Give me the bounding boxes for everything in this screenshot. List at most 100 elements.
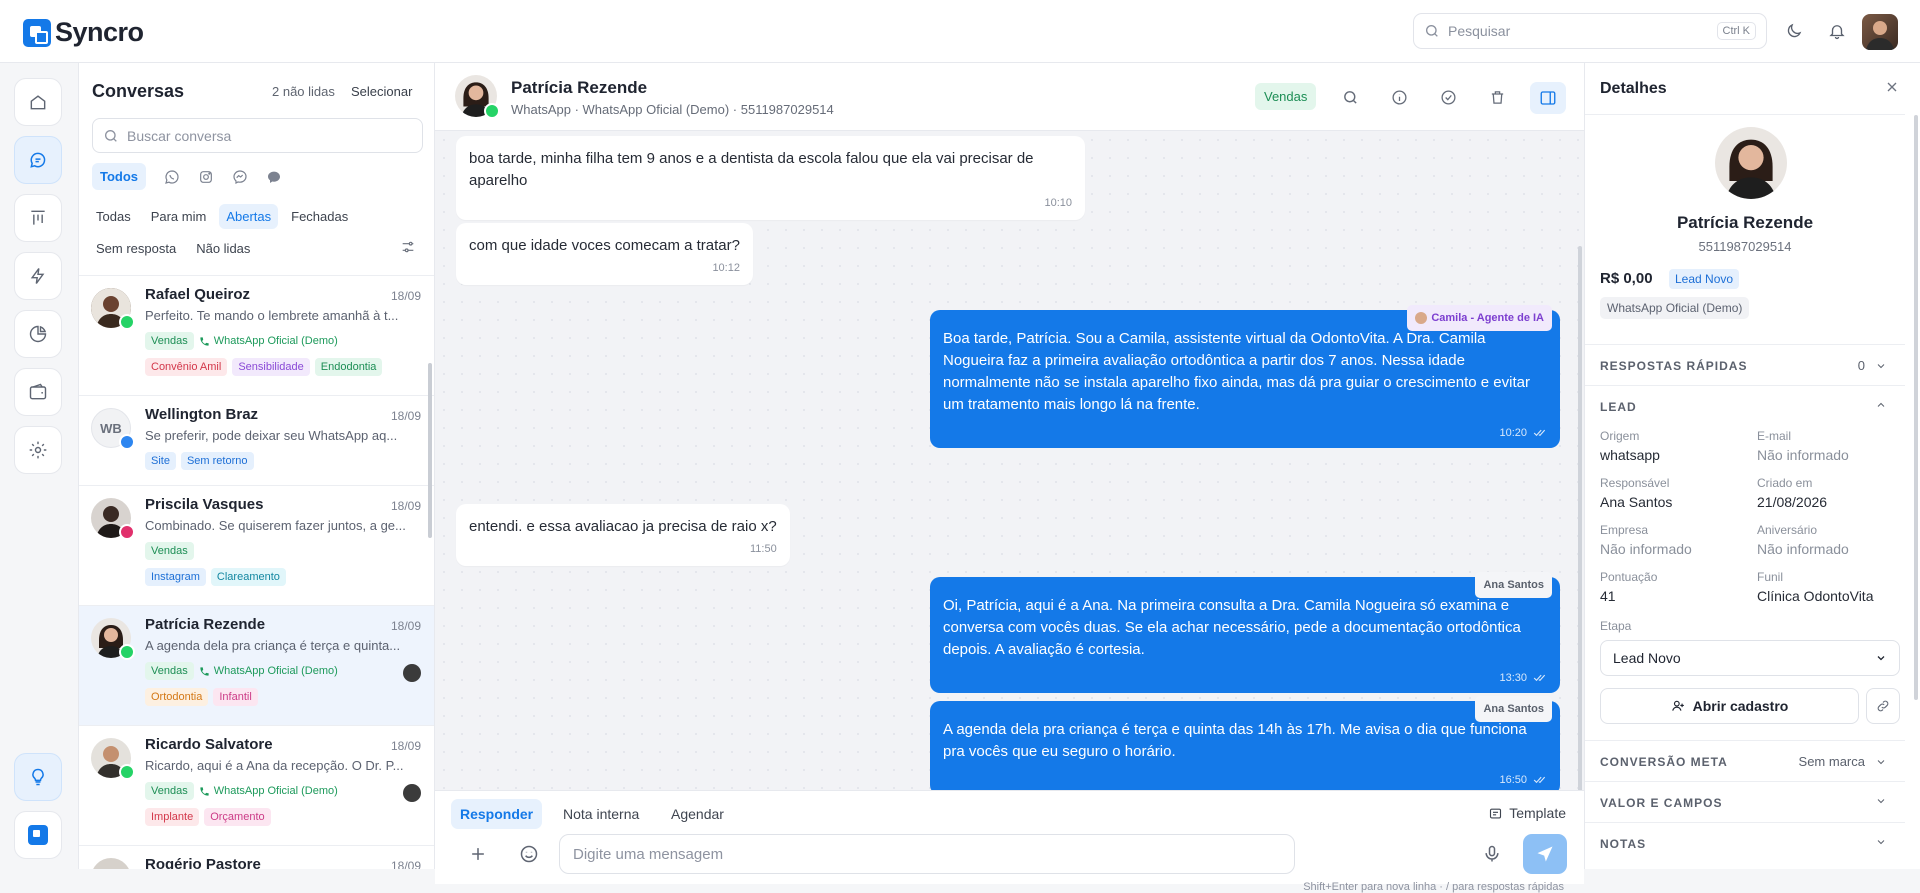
outgoing-message[interactable]: Ana Santos A agenda dela pra criança é t… xyxy=(930,696,1560,795)
channel-all[interactable]: Todos xyxy=(92,163,147,190)
webchat-channel-icon[interactable] xyxy=(266,169,282,185)
tag: Vendas xyxy=(145,332,194,350)
messenger-channel-icon[interactable] xyxy=(232,169,248,185)
sender-name: Ana Santos xyxy=(1475,572,1552,598)
tab-internal-note[interactable]: Nota interna xyxy=(554,799,648,829)
field-value: whatsapp xyxy=(1600,447,1660,463)
voice-button[interactable] xyxy=(1482,844,1502,864)
channel-name: WhatsApp Oficial (Demo) xyxy=(213,665,338,677)
filter-nao-lidas[interactable]: Não lidas xyxy=(189,236,257,261)
message-preview: Ricardo, aqui é a Ana da recepção. O Dr.… xyxy=(145,758,404,773)
plus-icon xyxy=(472,848,484,860)
details-panel: Detalhes Patrícia Rezende 5511987029514 … xyxy=(1584,63,1920,869)
conversation-item[interactable]: Ricardo Salvatore 18/09 Ricardo, aqui é … xyxy=(79,725,434,845)
filter-sem-resposta[interactable]: Sem resposta xyxy=(89,236,183,261)
conversation-item[interactable]: WB Wellington Braz 18/09 Se preferir, po… xyxy=(79,395,434,485)
nav-brand[interactable] xyxy=(14,811,62,859)
message-thread[interactable]: boa tarde, minha filha tem 9 anos e a de… xyxy=(435,131,1584,803)
top-bar: Syncro Pesquisar Ctrl K xyxy=(0,0,1920,63)
search-icon xyxy=(1343,90,1357,104)
conversation-search-input[interactable]: Buscar conversa xyxy=(92,118,423,153)
nav-wallet[interactable] xyxy=(14,368,62,416)
search-icon xyxy=(105,129,117,142)
nav-automations[interactable] xyxy=(14,252,62,300)
tab-schedule[interactable]: Agendar xyxy=(662,799,733,829)
list-scrollbar[interactable] xyxy=(428,363,432,538)
select-button[interactable]: Selecionar xyxy=(351,84,412,99)
check-circle-icon xyxy=(1440,89,1456,105)
pipeline-badge[interactable]: Vendas xyxy=(1255,83,1317,110)
tag-row: Implante Orçamento xyxy=(145,808,271,826)
resolve-button[interactable] xyxy=(1433,82,1463,112)
filter-abertas[interactable]: Abertas xyxy=(219,204,279,229)
app-logo[interactable]: Syncro xyxy=(23,17,144,48)
message-input-placeholder: Digite uma mensagem xyxy=(573,845,724,863)
tab-reply[interactable]: Responder xyxy=(451,799,543,829)
nav-home[interactable] xyxy=(14,78,62,126)
avatar xyxy=(91,858,131,869)
double-check-icon xyxy=(1533,674,1546,682)
extra-filter-row: Sem resposta Não lidas xyxy=(89,236,257,261)
nav-pipeline[interactable] xyxy=(14,194,62,242)
attach-button[interactable] xyxy=(468,844,488,864)
dark-mode-toggle[interactable] xyxy=(1781,18,1807,44)
search-shortcut: Ctrl K xyxy=(1716,22,1756,40)
search-chat-button[interactable] xyxy=(1335,82,1365,112)
collapse-lead-button[interactable] xyxy=(1875,399,1887,411)
template-button[interactable]: Template xyxy=(1488,805,1566,821)
sender-name: Camila - Agente de IA xyxy=(1431,312,1544,324)
quick-replies-count: 0 xyxy=(1857,358,1865,373)
incoming-message[interactable]: entendi. e essa avaliacao ja precisa de … xyxy=(456,504,790,566)
advanced-filter-button[interactable] xyxy=(400,239,416,255)
sidebar-panel-icon xyxy=(1540,91,1556,105)
whatsapp-badge-icon xyxy=(119,764,135,780)
section-quick-replies[interactable]: RESPOSTAS RÁPIDAS 0 xyxy=(1585,344,1905,384)
details-scrollbar[interactable] xyxy=(1914,115,1918,700)
user-avatar[interactable] xyxy=(1862,14,1898,50)
unread-count[interactable]: 2 não lidas xyxy=(272,84,335,99)
message-text: entendi. e essa avaliacao ja precisa de … xyxy=(469,518,777,535)
section-notes[interactable]: NOTAS xyxy=(1585,822,1905,869)
close-details-button[interactable] xyxy=(1884,79,1900,95)
nav-settings[interactable] xyxy=(14,426,62,474)
delete-button[interactable] xyxy=(1482,82,1512,112)
outgoing-message[interactable]: Ana Santos Oi, Patrícia, aqui é a Ana. N… xyxy=(930,572,1560,693)
filter-para-mim[interactable]: Para mim xyxy=(144,204,214,229)
section-right: Sem marca xyxy=(1799,754,1887,769)
open-record-button[interactable]: Abrir cadastro xyxy=(1600,688,1859,724)
section-values-fields[interactable]: VALOR E CAMPOS xyxy=(1585,781,1905,822)
incoming-message[interactable]: com que idade voces comecam a tratar? 10… xyxy=(456,223,753,285)
notifications-button[interactable] xyxy=(1824,18,1850,44)
incoming-message[interactable]: boa tarde, minha filha tem 9 anos e a de… xyxy=(456,136,1085,220)
send-button[interactable] xyxy=(1523,834,1567,874)
info-button[interactable] xyxy=(1384,82,1414,112)
stage-select[interactable]: Lead Novo xyxy=(1600,640,1900,676)
filter-todas[interactable]: Todas xyxy=(89,204,138,229)
copy-link-button[interactable] xyxy=(1866,688,1900,724)
nav-tips[interactable] xyxy=(14,753,62,801)
message-input[interactable]: Digite uma mensagem xyxy=(559,834,1295,874)
section-meta-conversion[interactable]: CONVERSÃO META Sem marca xyxy=(1585,740,1905,781)
conversation-item[interactable]: Priscila Vasques 18/09 Combinado. Se qui… xyxy=(79,485,434,605)
filter-fechadas[interactable]: Fechadas xyxy=(284,204,355,229)
conversation-item[interactable]: Rafael Queiroz 18/09 Perfeito. Te mando … xyxy=(79,275,434,395)
nav-reports[interactable] xyxy=(14,310,62,358)
global-search[interactable]: Pesquisar Ctrl K xyxy=(1413,13,1767,49)
whatsapp-channel-icon[interactable] xyxy=(164,169,180,185)
conversation-item[interactable]: Rogério Pastore 18/09 xyxy=(79,845,434,869)
toggle-details-button[interactable] xyxy=(1530,82,1566,114)
chevron-down-icon xyxy=(1877,759,1885,764)
nav-conversations[interactable] xyxy=(14,136,62,184)
conversation-item-selected[interactable]: Patrícia Rezende 18/09 A agenda dela pra… xyxy=(79,605,434,725)
composer: Responder Nota interna Agendar Template … xyxy=(435,790,1584,893)
emoji-button[interactable] xyxy=(519,844,539,864)
tag-row: Convênio Amil Sensibilidade Endodontia xyxy=(145,358,383,376)
thread-scrollbar[interactable] xyxy=(1578,246,1582,803)
pie-chart-icon xyxy=(29,325,47,343)
tag: Clareamento xyxy=(210,568,286,586)
outgoing-message[interactable]: Camila - Agente de IA Boa tarde, Patríci… xyxy=(930,305,1560,448)
instagram-channel-icon[interactable] xyxy=(198,169,214,185)
close-icon xyxy=(1887,82,1897,92)
message-preview: Perfeito. Te mando o lembrete amanhã à t… xyxy=(145,308,399,323)
assignee-avatar xyxy=(403,784,421,802)
